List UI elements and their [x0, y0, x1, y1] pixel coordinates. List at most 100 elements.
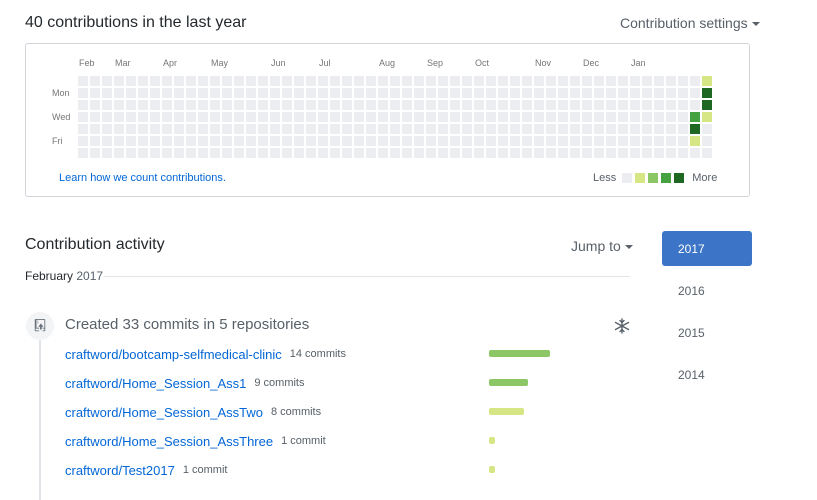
contribution-day[interactable]	[306, 136, 316, 146]
contribution-day[interactable]	[330, 136, 340, 146]
contribution-day[interactable]	[390, 136, 400, 146]
contribution-day[interactable]	[258, 148, 268, 158]
contribution-day[interactable]	[654, 100, 664, 110]
contribution-day[interactable]	[678, 100, 688, 110]
contribution-day[interactable]	[702, 76, 712, 86]
contribution-day[interactable]	[558, 76, 568, 86]
contribution-day[interactable]	[150, 100, 160, 110]
contribution-day[interactable]	[390, 76, 400, 86]
contribution-day[interactable]	[486, 76, 496, 86]
contribution-day[interactable]	[150, 124, 160, 134]
contribution-day[interactable]	[390, 112, 400, 122]
contribution-day[interactable]	[642, 88, 652, 98]
repo-commit-count[interactable]: 1 commit	[183, 464, 228, 476]
contribution-day[interactable]	[90, 136, 100, 146]
contribution-day[interactable]	[234, 100, 244, 110]
contribution-day[interactable]	[282, 100, 292, 110]
contribution-day[interactable]	[186, 76, 196, 86]
contribution-day[interactable]	[474, 100, 484, 110]
contribution-day[interactable]	[378, 100, 388, 110]
contribution-day[interactable]	[486, 148, 496, 158]
contribution-day[interactable]	[318, 88, 328, 98]
contribution-day[interactable]	[126, 88, 136, 98]
contribution-day[interactable]	[198, 76, 208, 86]
contribution-day[interactable]	[606, 124, 616, 134]
contribution-day[interactable]	[414, 136, 424, 146]
contribution-day[interactable]	[570, 100, 580, 110]
contribution-day[interactable]	[282, 136, 292, 146]
contribution-day[interactable]	[402, 148, 412, 158]
contribution-day[interactable]	[342, 148, 352, 158]
contribution-day[interactable]	[186, 148, 196, 158]
contribution-day[interactable]	[498, 148, 508, 158]
contribution-day[interactable]	[294, 136, 304, 146]
contribution-day[interactable]	[378, 76, 388, 86]
contribution-day[interactable]	[330, 148, 340, 158]
contribution-day[interactable]	[114, 88, 124, 98]
contribution-day[interactable]	[198, 148, 208, 158]
contribution-day[interactable]	[558, 148, 568, 158]
contribution-day[interactable]	[90, 124, 100, 134]
contribution-day[interactable]	[390, 88, 400, 98]
contribution-day[interactable]	[114, 148, 124, 158]
contribution-day[interactable]	[78, 76, 88, 86]
contribution-day[interactable]	[546, 88, 556, 98]
contribution-day[interactable]	[486, 136, 496, 146]
contribution-day[interactable]	[342, 88, 352, 98]
contribution-day[interactable]	[690, 88, 700, 98]
contribution-day[interactable]	[630, 88, 640, 98]
contribution-day[interactable]	[234, 124, 244, 134]
contribution-day[interactable]	[354, 136, 364, 146]
contribution-day[interactable]	[654, 136, 664, 146]
contribution-day[interactable]	[486, 112, 496, 122]
contribution-day[interactable]	[474, 124, 484, 134]
contribution-day[interactable]	[630, 112, 640, 122]
contribution-day[interactable]	[594, 88, 604, 98]
contribution-day[interactable]	[102, 88, 112, 98]
contribution-day[interactable]	[678, 124, 688, 134]
repo-link[interactable]: craftword/Home_Session_AssThree	[65, 434, 273, 449]
contribution-day[interactable]	[270, 136, 280, 146]
contribution-day[interactable]	[138, 100, 148, 110]
contribution-day[interactable]	[282, 88, 292, 98]
contribution-day[interactable]	[282, 124, 292, 134]
contribution-day[interactable]	[282, 76, 292, 86]
contribution-day[interactable]	[114, 100, 124, 110]
contribution-day[interactable]	[582, 100, 592, 110]
contribution-day[interactable]	[270, 100, 280, 110]
contribution-day[interactable]	[414, 88, 424, 98]
contribution-day[interactable]	[318, 112, 328, 122]
contribution-day[interactable]	[510, 100, 520, 110]
contribution-day[interactable]	[366, 136, 376, 146]
contribution-day[interactable]	[594, 124, 604, 134]
contribution-day[interactable]	[210, 76, 220, 86]
contribution-day[interactable]	[414, 112, 424, 122]
contribution-day[interactable]	[546, 148, 556, 158]
contribution-day[interactable]	[450, 124, 460, 134]
contribution-day[interactable]	[210, 148, 220, 158]
contribution-day[interactable]	[642, 100, 652, 110]
contribution-day[interactable]	[582, 124, 592, 134]
contribution-day[interactable]	[582, 88, 592, 98]
contribution-day[interactable]	[78, 100, 88, 110]
contribution-day[interactable]	[570, 76, 580, 86]
contribution-day[interactable]	[678, 88, 688, 98]
contribution-day[interactable]	[666, 124, 676, 134]
contribution-day[interactable]	[690, 100, 700, 110]
contribution-day[interactable]	[630, 100, 640, 110]
contribution-day[interactable]	[234, 148, 244, 158]
contribution-day[interactable]	[162, 148, 172, 158]
contribution-day[interactable]	[330, 112, 340, 122]
contribution-day[interactable]	[702, 100, 712, 110]
contribution-day[interactable]	[594, 148, 604, 158]
contribution-day[interactable]	[702, 124, 712, 134]
contribution-day[interactable]	[498, 100, 508, 110]
contribution-day[interactable]	[690, 136, 700, 146]
contribution-day[interactable]	[534, 136, 544, 146]
contribution-day[interactable]	[306, 100, 316, 110]
contribution-day[interactable]	[558, 136, 568, 146]
contribution-day[interactable]	[522, 88, 532, 98]
contribution-day[interactable]	[630, 148, 640, 158]
contribution-day[interactable]	[342, 76, 352, 86]
contribution-day[interactable]	[378, 112, 388, 122]
